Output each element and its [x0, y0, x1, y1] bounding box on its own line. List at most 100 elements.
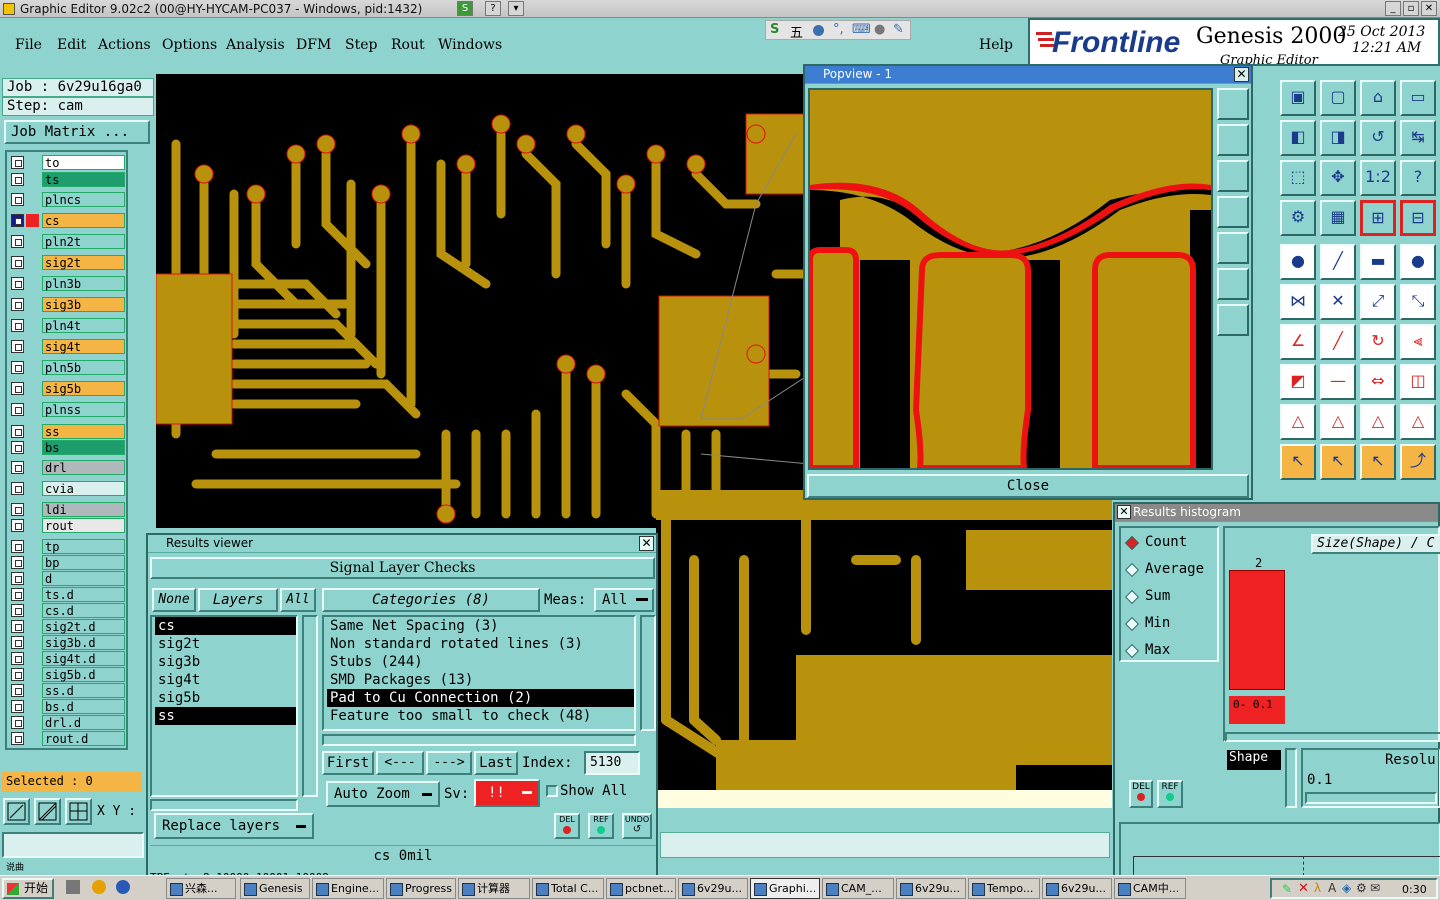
layer-checkbox[interactable]: [11, 716, 24, 729]
layer-row-sig4t-d[interactable]: sig4t.d: [7, 651, 127, 666]
pv-zoom-in-icon[interactable]: [1217, 268, 1249, 300]
menu-step[interactable]: Step: [345, 37, 377, 53]
pv-pan-left-icon[interactable]: [1217, 196, 1249, 228]
point-icon[interactable]: ●: [1280, 244, 1316, 280]
layer-row-cs[interactable]: cs: [7, 213, 127, 228]
layer-checkbox[interactable]: [11, 441, 24, 454]
copy-icon[interactable]: ◩: [1280, 364, 1316, 400]
layer-checkbox[interactable]: [11, 540, 24, 553]
move-icon[interactable]: ⤢: [1360, 284, 1396, 320]
layer-row-sig3b[interactable]: sig3b: [7, 297, 127, 312]
taskbar-item[interactable]: 计算器: [458, 878, 530, 899]
layer-checkbox[interactable]: [11, 214, 24, 227]
rv-prev-button[interactable]: <---: [376, 751, 424, 775]
panel-icon[interactable]: ▭: [1400, 80, 1436, 116]
slash-icon[interactable]: ╱: [1320, 324, 1356, 360]
tray-lambda-icon[interactable]: λ: [1314, 881, 1321, 895]
layer-name[interactable]: rout.d: [42, 731, 125, 746]
layer-name[interactable]: ldi: [42, 502, 125, 517]
layer-row-bs[interactable]: bs: [7, 440, 127, 455]
layer-row-sig3b-d[interactable]: sig3b.d: [7, 635, 127, 650]
layer-name[interactable]: d: [42, 571, 125, 586]
layer-name[interactable]: pln4t: [42, 318, 125, 333]
pcb-canvas-lower[interactable]: [656, 490, 1112, 808]
taskbar-item[interactable]: Engine...: [312, 878, 384, 899]
popview-close-icon[interactable]: ✕: [1234, 67, 1249, 82]
layer-name[interactable]: ts.d: [42, 587, 125, 602]
help-icon[interactable]: ?: [485, 1, 501, 16]
layer-name[interactable]: pln2t: [42, 234, 125, 249]
hist-close-icon[interactable]: ✕: [1117, 505, 1131, 519]
layer-row-sig5b[interactable]: sig5b: [7, 381, 127, 396]
fit-icon[interactable]: ⬚: [1280, 160, 1316, 196]
menu-analysis[interactable]: Analysis: [226, 37, 285, 53]
arc-icon[interactable]: ↻: [1360, 324, 1396, 360]
layer-row-plnss[interactable]: plnss: [7, 402, 127, 417]
net-red2-icon[interactable]: ⊟: [1400, 200, 1436, 236]
taskbar-item[interactable]: Graphi...: [750, 878, 820, 899]
layer-row-bp[interactable]: bp: [7, 555, 127, 570]
layer-name[interactable]: bs: [42, 440, 125, 455]
hist-ref-button[interactable]: REF: [1157, 780, 1183, 808]
rv-category-item[interactable]: Feature too small to check (48): [327, 707, 634, 725]
rv-layer-item[interactable]: sig5b: [155, 689, 296, 707]
layer-checkbox[interactable]: [11, 519, 24, 532]
home-up-icon[interactable]: ▣: [1280, 80, 1316, 116]
close-window-button[interactable]: ✕: [1421, 1, 1437, 16]
taskbar-item[interactable]: CAM_...: [822, 878, 894, 899]
menu-edit[interactable]: Edit: [57, 37, 86, 53]
menu-dfm[interactable]: DFM: [296, 37, 331, 53]
layer-row-rout[interactable]: rout: [7, 518, 127, 533]
pcb-canvas[interactable]: [156, 74, 810, 528]
pointer-icon[interactable]: ↖: [1280, 444, 1316, 480]
hist-hscroll[interactable]: [1225, 732, 1440, 742]
resize-icon[interactable]: ⇔: [1360, 364, 1396, 400]
tray-a-icon[interactable]: A: [1328, 881, 1336, 895]
layer-name[interactable]: ss: [42, 424, 125, 439]
hist-bar[interactable]: [1229, 570, 1285, 690]
layer-row-drl[interactable]: drl: [7, 460, 127, 475]
layer-name[interactable]: bs.d: [42, 699, 125, 714]
layer-name[interactable]: drl: [42, 460, 125, 475]
rv-categories-hscroll[interactable]: [322, 734, 636, 746]
dropdown-icon[interactable]: ▾: [508, 1, 524, 16]
rv-none-button[interactable]: None: [152, 588, 196, 612]
layer-row-plncs[interactable]: plncs: [7, 192, 127, 207]
hist-mode-min[interactable]: Min: [1124, 615, 1217, 635]
tri1-icon[interactable]: △: [1280, 404, 1316, 440]
layer-checkbox[interactable]: [11, 235, 24, 248]
home-icon[interactable]: ⌂: [1360, 80, 1396, 116]
layer-row-cs-d[interactable]: cs.d: [7, 603, 127, 618]
rv-all-button[interactable]: All: [280, 588, 316, 612]
rv-layers-hscroll[interactable]: [150, 799, 298, 811]
zoom-back-icon[interactable]: ↺: [1360, 120, 1396, 156]
quicklaunch-2-icon[interactable]: [92, 880, 106, 894]
layer-row-sig4t[interactable]: sig4t: [7, 339, 127, 354]
tray-mail-icon[interactable]: ✉: [1370, 881, 1380, 895]
layer-row-ldi[interactable]: ldi: [7, 502, 127, 517]
rv-layer-item[interactable]: sig2t: [155, 635, 296, 653]
rv-category-item[interactable]: Stubs (244): [327, 653, 634, 671]
angle-icon[interactable]: ∠: [1280, 324, 1316, 360]
layer-name[interactable]: bp: [42, 555, 125, 570]
layer-checkbox[interactable]: [11, 156, 24, 169]
group-icon[interactable]: ◫: [1400, 364, 1436, 400]
layer-name[interactable]: ts: [42, 172, 125, 187]
pv-zoom-out-icon[interactable]: [1217, 304, 1249, 336]
tray-pen-icon[interactable]: ✎: [1282, 882, 1292, 896]
grid-icon[interactable]: [65, 798, 92, 825]
rv-last-button[interactable]: Last: [474, 751, 518, 775]
tray-x-icon[interactable]: ✕: [1298, 881, 1309, 896]
hist-mode-max[interactable]: Max: [1124, 642, 1217, 662]
layer-checkbox[interactable]: [11, 277, 24, 290]
layer-checkbox[interactable]: [11, 556, 24, 569]
layer-row-ts[interactable]: ts: [7, 172, 127, 187]
hist-del-button[interactable]: DEL: [1129, 780, 1153, 808]
taskbar-item[interactable]: 6v29u...: [678, 878, 748, 899]
layer-row-sig5b-d[interactable]: sig5b.d: [7, 667, 127, 682]
layer-row-pln3b[interactable]: pln3b: [7, 276, 127, 291]
rv-categories-list[interactable]: Same Net Spacing (3) Non standard rotated…: [322, 615, 636, 731]
layer-checkbox[interactable]: [11, 620, 24, 633]
layer-row-ts-d[interactable]: ts.d: [7, 587, 127, 602]
layer-name[interactable]: rout: [42, 518, 125, 533]
